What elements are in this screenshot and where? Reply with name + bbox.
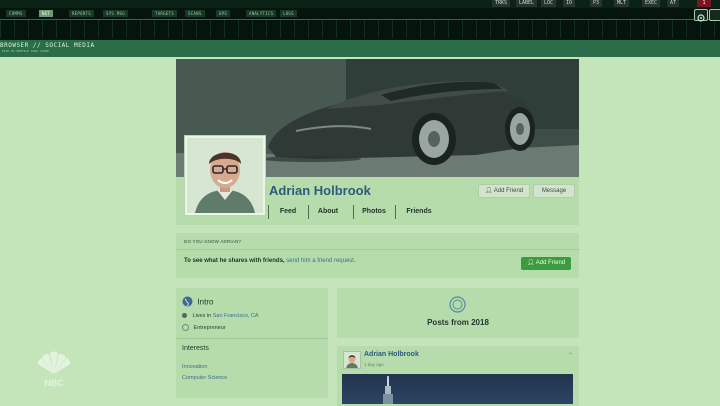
- tab-about[interactable]: About: [308, 205, 347, 219]
- friend-request-text: To see what he shares with friends, send…: [184, 258, 356, 264]
- nbc-text: NBC: [44, 378, 64, 388]
- hud-right-tab-at[interactable]: AT: [667, 0, 680, 7]
- hud-tab-targets[interactable]: TARGETS: [152, 10, 177, 17]
- post-timestamp[interactable]: 1 day ago: [364, 362, 384, 367]
- profile-page: Adrian Holbrook 👤︎ Add Friend Message Fe…: [176, 59, 579, 406]
- message-button[interactable]: Message: [533, 184, 575, 198]
- hud-right-tab-io[interactable]: IO: [563, 0, 576, 7]
- hud-right-tab-mlt[interactable]: MLT: [614, 0, 630, 7]
- message-label: Message: [541, 188, 567, 194]
- clock-icon: [449, 296, 466, 318]
- interests-title: Interests: [182, 345, 209, 352]
- browser-label-bar: BROWSER // SOCIAL MEDIA FILE 01 PROFILE …: [0, 40, 720, 57]
- tab-feed[interactable]: Feed: [268, 205, 307, 219]
- nbc-logo: NBC: [33, 350, 75, 392]
- post-author[interactable]: Adrian Holbrook: [364, 351, 419, 358]
- hud-tab-ops[interactable]: OPS: [216, 10, 231, 17]
- profile-photo: [187, 138, 263, 213]
- hud-right-tab-loc[interactable]: LOC: [541, 0, 557, 7]
- briefcase-icon: [182, 324, 189, 331]
- hud-right-tab-exec[interactable]: EXEC: [642, 0, 661, 7]
- hud-tab-reports[interactable]: REPORTS: [69, 10, 94, 17]
- hud-right-tab-p3[interactable]: P3: [590, 0, 603, 7]
- lives-in-prefix: Lives in: [192, 313, 212, 319]
- peacock-icon: NBC: [37, 351, 71, 388]
- tab-photos[interactable]: Photos: [353, 205, 394, 219]
- interest-item[interactable]: Computer Science: [182, 375, 227, 381]
- profile-name[interactable]: Adrian Holbrook: [269, 183, 371, 198]
- job-label: Entrepreneur: [193, 324, 226, 331]
- intro-lives-in: Lives in San Francisco, CA: [182, 313, 259, 319]
- add-friend-button[interactable]: 👤︎ Add Friend: [478, 184, 530, 198]
- hud-alert-badge[interactable]: 1: [697, 0, 711, 7]
- tab-friends[interactable]: Friends: [395, 205, 442, 219]
- tower-image: [383, 376, 393, 404]
- hud-tab-analytics[interactable]: ANALYTICS: [246, 10, 277, 17]
- chevron-down-icon[interactable]: ⌄: [568, 349, 573, 356]
- browser-title: BROWSER // SOCIAL MEDIA: [0, 42, 95, 49]
- hud-right-tab-trks[interactable]: TRKS: [492, 0, 511, 7]
- hud-tab-scans[interactable]: SCANS: [185, 10, 205, 17]
- hud-tab-comms[interactable]: COMMS: [6, 10, 26, 17]
- post-avatar[interactable]: [343, 351, 361, 369]
- post-avatar-photo: [346, 355, 358, 368]
- add-friend-label: Add Friend: [493, 188, 524, 194]
- avatar[interactable]: [185, 136, 265, 215]
- hud-tab-logs[interactable]: LOGS: [280, 10, 297, 17]
- add-user-icon: 👤︎: [484, 188, 493, 194]
- intro-title: Intro: [197, 297, 214, 307]
- settings-icon: [697, 14, 705, 22]
- globe-icon: [182, 296, 193, 307]
- hud-settings-button[interactable]: [694, 9, 708, 22]
- friend-request-sentence: To see what he shares with friends,: [184, 258, 285, 264]
- posts-year-title: Posts from 2018: [427, 318, 489, 327]
- friend-request-heading: DO YOU KNOW ADRIAN?: [184, 239, 242, 244]
- hud-tab-sysmsg[interactable]: SYS MSG: [103, 10, 128, 17]
- intro-divider: [176, 338, 328, 339]
- intro-header: Intro: [182, 293, 213, 311]
- hud-grid: [0, 20, 720, 38]
- intro-job: Entrepreneur: [182, 324, 226, 331]
- hud-menu-button[interactable]: [709, 9, 720, 21]
- add-user-icon: 👤︎: [526, 260, 535, 266]
- hud-right-tab-label[interactable]: LABEL: [516, 0, 538, 7]
- card-divider: [176, 249, 579, 250]
- post-image[interactable]: [342, 374, 573, 404]
- location-icon: [182, 313, 187, 319]
- lives-in-city-link[interactable]: San Francisco, CA: [213, 313, 259, 319]
- hud-toolbar: COMMS NET REPORTS SYS MSG TARGETS SCANS …: [0, 0, 720, 40]
- hud-top-strip: [0, 0, 720, 8]
- hud-tab-net[interactable]: NET: [39, 10, 54, 17]
- clock-svg: [449, 296, 466, 313]
- friend-request-link[interactable]: send him a friend request.: [286, 258, 355, 264]
- add-friend-primary-label: Add Friend: [535, 260, 566, 266]
- interest-item[interactable]: Innovation: [182, 364, 207, 370]
- browser-subtitle: FILE 01 PROFILE PAGE CACHE: [2, 49, 49, 53]
- add-friend-primary-button[interactable]: 👤︎ Add Friend: [521, 257, 571, 270]
